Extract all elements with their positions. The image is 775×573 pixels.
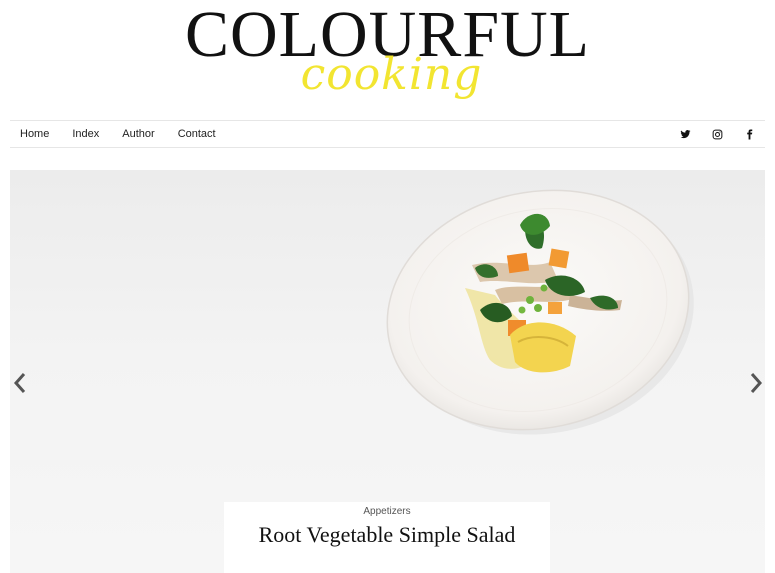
featured-post-card: Appetizers Root Vegetable Simple Salad	[224, 502, 550, 573]
logo-script: cooking	[300, 49, 483, 100]
nav-author-link[interactable]: Author	[122, 128, 154, 140]
twitter-icon[interactable]	[679, 128, 691, 140]
facebook-icon[interactable]	[743, 128, 755, 140]
nav-index-link[interactable]: Index	[72, 128, 99, 140]
main-navigation: Home Index Author Contact	[10, 120, 765, 148]
post-category-link[interactable]: Appetizers	[224, 506, 550, 517]
featured-slider: Appetizers Root Vegetable Simple Salad	[10, 170, 765, 573]
post-title-link[interactable]: Root Vegetable Simple Salad	[224, 522, 550, 548]
slider-next-button[interactable]	[746, 370, 765, 396]
instagram-icon[interactable]	[711, 128, 723, 140]
nav-home-link[interactable]: Home	[20, 128, 49, 140]
nav-links: Home Index Author Contact	[10, 128, 239, 140]
social-links	[659, 128, 765, 140]
chevron-left-icon	[13, 373, 26, 393]
nav-contact-link[interactable]: Contact	[178, 128, 216, 140]
site-logo[interactable]: COLOURFUL cooking	[0, 0, 775, 120]
chevron-right-icon	[750, 373, 763, 393]
slider-prev-button[interactable]	[10, 370, 30, 396]
